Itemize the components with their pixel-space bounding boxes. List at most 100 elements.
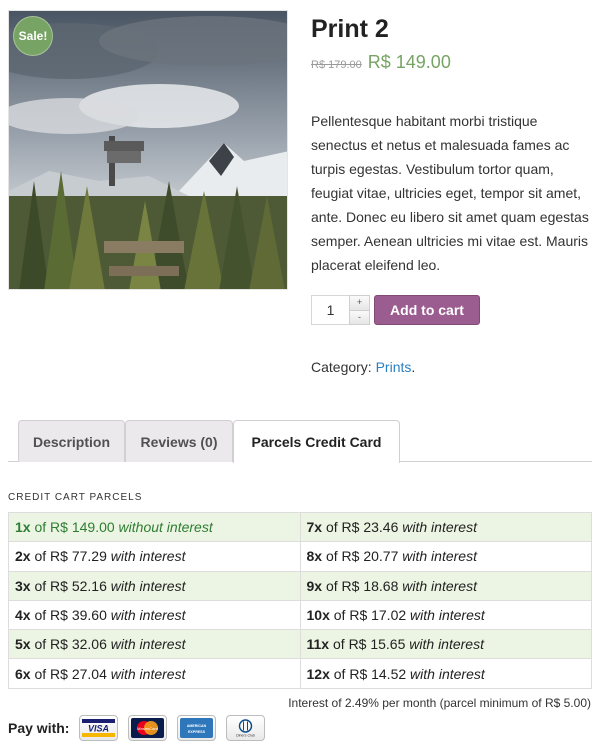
- parcel-row: 4x of R$ 39.60 with interest 10x of R$ 17…: [8, 599, 592, 631]
- tab-parcels-credit-card[interactable]: Parcels Credit Card: [233, 420, 400, 463]
- parcel-count: 3x: [15, 577, 31, 594]
- parcel-interest-note: with interest: [409, 636, 484, 653]
- parcel-interest-note: with interest: [402, 548, 477, 565]
- product-title: Print 2: [311, 15, 389, 43]
- parcel-cell: 7x of R$ 23.46 with interest: [299, 511, 592, 543]
- svg-text:Diners Club: Diners Club: [237, 734, 256, 738]
- product-tabs: Description Reviews (0) Parcels Credit C…: [8, 420, 592, 463]
- sale-badge: Sale!: [13, 16, 53, 56]
- category-label: Category:: [311, 359, 372, 375]
- parcel-of: of: [30, 607, 51, 624]
- parcel-count: 9x: [306, 577, 323, 594]
- parcel-amount: R$ 32.06: [50, 636, 107, 653]
- parcel-count: 1x: [15, 519, 31, 536]
- parcel-of: of: [30, 636, 51, 653]
- mastercard-card-icon: MasterCard: [128, 715, 168, 741]
- parcel-row: 3x of R$ 52.16 with interest 9x of R$ 18.…: [8, 570, 592, 601]
- parcel-interest-note: with interest: [110, 548, 186, 565]
- parcel-amount: R$ 27.04: [50, 665, 107, 682]
- parcel-interest-note: with interest: [410, 665, 485, 682]
- parcel-interest-note: with interest: [402, 577, 477, 594]
- diners-club-card-icon: Diners Club: [226, 715, 266, 741]
- add-to-cart-form: + - Add to cart: [311, 295, 591, 325]
- mountain-landscape-image: [9, 11, 287, 289]
- product-image[interactable]: [8, 10, 288, 290]
- parcel-interest-note: with interest: [402, 519, 477, 536]
- parcel-interest-note: with interest: [410, 607, 485, 624]
- parcel-count: 8x: [306, 548, 323, 565]
- parcel-cell: 12x of R$ 14.52 with interest: [299, 658, 592, 689]
- quantity-plus-button[interactable]: +: [349, 295, 370, 311]
- parcel-interest-note: with interest: [110, 665, 186, 682]
- quantity-input[interactable]: [311, 295, 349, 325]
- parcel-amount: R$ 77.29: [50, 548, 107, 565]
- amex-card-icon: AMERICAN EXPRESS: [177, 715, 217, 741]
- parcel-count: 6x: [15, 665, 31, 682]
- svg-text:AMERICAN: AMERICAN: [187, 724, 207, 728]
- parcel-cell: 11x of R$ 15.65 with interest: [299, 629, 592, 660]
- sale-price: R$ 149.00: [367, 52, 451, 72]
- parcel-amount: R$ 23.46: [341, 519, 399, 536]
- price: R$ 179.00 R$ 149.00: [311, 52, 591, 76]
- product-summary: Print 2 R$ 179.00 R$ 149.00 Pellentesque…: [311, 14, 591, 375]
- parcel-amount: R$ 17.02: [349, 607, 407, 624]
- parcel-count: 7x: [306, 519, 323, 536]
- parcel-count: 11x: [306, 636, 330, 653]
- parcel-cell: 10x of R$ 17.02 with interest: [299, 599, 592, 631]
- parcel-count: 5x: [15, 636, 31, 653]
- svg-text:MasterCard: MasterCard: [138, 726, 160, 731]
- parcel-of: of: [329, 665, 350, 682]
- parcel-interest-note: without interest: [118, 519, 213, 536]
- parcel-interest-note: with interest: [110, 577, 186, 594]
- parcel-cell: 4x of R$ 39.60 with interest: [8, 599, 301, 631]
- parcel-amount: R$ 15.65: [348, 636, 406, 653]
- parcel-of: of: [30, 548, 51, 565]
- quantity-minus-button[interactable]: -: [349, 310, 370, 325]
- parcel-interest-note: with interest: [110, 636, 186, 653]
- parcel-amount: R$ 18.68: [341, 577, 399, 594]
- parcel-of: of: [322, 577, 342, 594]
- parcel-cell: 1x of R$ 149.00 without interest: [8, 511, 301, 543]
- parcel-count: 10x: [306, 607, 330, 624]
- tab-description[interactable]: Description: [18, 420, 125, 462]
- parcel-of: of: [329, 607, 350, 624]
- parcel-amount: R$ 52.16: [50, 577, 107, 594]
- parcel-of: of: [30, 577, 51, 594]
- pay-with-label: Pay with:: [8, 720, 70, 736]
- parcel-count: 12x: [306, 665, 330, 682]
- visa-card-icon: VISA: [79, 715, 119, 741]
- parcels-title: CREDIT CART PARCELS: [8, 492, 143, 503]
- parcel-row: 1x of R$ 149.00 without interest 7x of R$…: [8, 511, 592, 543]
- parcel-amount: R$ 20.77: [341, 548, 399, 565]
- parcel-count: 4x: [15, 607, 31, 624]
- parcel-of: of: [30, 519, 51, 536]
- add-to-cart-button[interactable]: Add to cart: [374, 295, 480, 325]
- parcel-amount: R$ 149.00: [50, 519, 115, 536]
- parcel-of: of: [322, 548, 342, 565]
- product-meta: Category: Prints.: [311, 359, 591, 375]
- parcels-table: 1x of R$ 149.00 without interest 7x of R$…: [8, 511, 592, 689]
- parcel-cell: 2x of R$ 77.29 with interest: [8, 541, 301, 572]
- parcel-of: of: [329, 636, 349, 653]
- parcel-cell: 5x of R$ 32.06 with interest: [8, 629, 301, 660]
- parcel-cell: 9x of R$ 18.68 with interest: [299, 570, 592, 601]
- pay-with: Pay with: VISA MasterCard AMERICAN EXPRE…: [8, 713, 275, 743]
- category-link[interactable]: Prints: [376, 359, 412, 375]
- svg-text:EXPRESS: EXPRESS: [188, 730, 206, 734]
- parcel-count: 2x: [15, 548, 31, 565]
- interest-note: Interest of 2.49% per month (parcel mini…: [288, 696, 591, 710]
- parcel-interest-note: with interest: [110, 607, 186, 624]
- tab-reviews[interactable]: Reviews (0): [125, 420, 233, 462]
- parcel-row: 5x of R$ 32.06 with interest 11x of R$ 15…: [8, 629, 592, 660]
- short-description: Pellentesque habitant morbi tristique se…: [311, 113, 589, 273]
- svg-text:VISA: VISA: [88, 724, 109, 734]
- parcel-cell: 8x of R$ 20.77 with interest: [299, 541, 592, 572]
- quantity-stepper: + -: [311, 295, 370, 325]
- parcel-of: of: [30, 665, 51, 682]
- parcel-amount: R$ 14.52: [349, 665, 407, 682]
- parcel-cell: 3x of R$ 52.16 with interest: [8, 570, 301, 601]
- parcel-of: of: [322, 519, 342, 536]
- old-price: R$ 179.00: [311, 59, 362, 71]
- parcel-amount: R$ 39.60: [50, 607, 107, 624]
- category-suffix: .: [411, 359, 416, 375]
